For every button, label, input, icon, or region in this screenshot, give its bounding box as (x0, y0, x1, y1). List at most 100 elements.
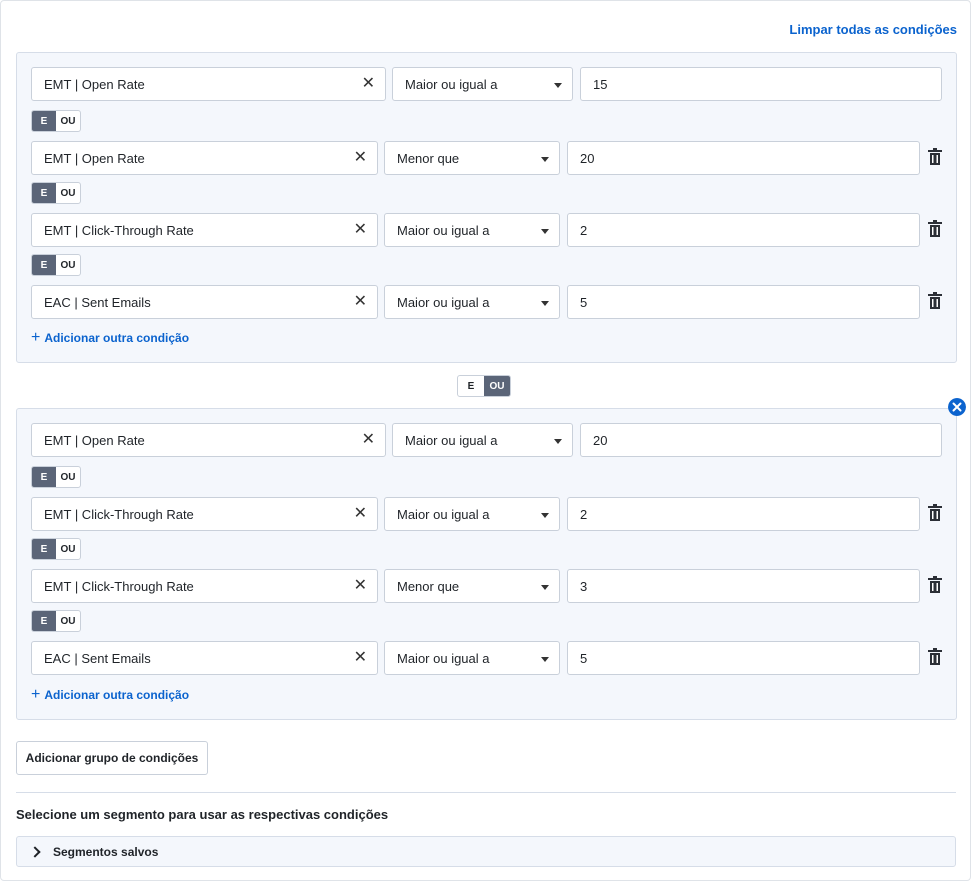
metric-select[interactable]: EMT | Click-Through Rate ✕ (31, 569, 378, 603)
metric-value: EAC | Sent Emails (44, 294, 151, 310)
operator-select[interactable]: Menor que (384, 141, 560, 175)
operator-value: Maior ou igual a (397, 294, 490, 310)
metric-select[interactable]: EMT | Click-Through Rate ✕ (31, 213, 378, 247)
value-input[interactable]: 2 (567, 497, 920, 531)
clear-metric-icon[interactable]: ✕ (354, 505, 367, 523)
clear-metric-icon[interactable]: ✕ (362, 431, 375, 449)
clear-metric-icon[interactable]: ✕ (354, 649, 367, 667)
operator-select[interactable]: Maior ou igual a (392, 67, 573, 101)
condition-group-2: EMT | Open Rate ✕ Maior ou igual a 20 E … (16, 408, 957, 720)
metric-select[interactable]: EMT | Click-Through Rate ✕ (31, 497, 378, 531)
or-option[interactable]: OU (56, 255, 80, 275)
value-text: 5 (580, 650, 588, 666)
value-text: 20 (593, 432, 608, 448)
or-option[interactable]: OU (56, 111, 80, 131)
operator-select[interactable]: Maior ou igual a (384, 213, 560, 247)
divider (16, 792, 956, 793)
and-or-toggle: E OU (31, 466, 81, 488)
caret-down-icon (541, 301, 549, 306)
metric-select[interactable]: EAC | Sent Emails ✕ (31, 285, 378, 319)
segment-section-title: Selecione um segmento para usar as respe… (16, 807, 389, 822)
or-option[interactable]: OU (56, 183, 80, 203)
value-text: 20 (580, 150, 595, 166)
metric-select[interactable]: EMT | Open Rate ✕ (31, 141, 378, 175)
metric-select[interactable]: EMT | Open Rate ✕ (31, 423, 386, 457)
operator-value: Menor que (397, 578, 460, 594)
value-text: 3 (580, 578, 588, 594)
metric-value: EMT | Click-Through Rate (44, 578, 194, 594)
or-option[interactable]: OU (56, 539, 80, 559)
condition-row: EMT | Open Rate ✕ Maior ou igual a 20 (31, 423, 956, 457)
condition-row: EMT | Open Rate ✕ Menor que 20 (31, 141, 956, 175)
and-or-toggle: E OU (31, 182, 81, 204)
value-input[interactable]: 2 (567, 213, 920, 247)
operator-value: Maior ou igual a (397, 222, 490, 238)
caret-down-icon (541, 657, 549, 662)
chevron-right-icon (29, 845, 41, 858)
and-option[interactable]: E (32, 539, 56, 559)
trash-icon[interactable] (928, 648, 942, 666)
trash-icon[interactable] (928, 292, 942, 310)
value-text: 5 (580, 294, 588, 310)
caret-down-icon (541, 157, 549, 162)
add-condition-link[interactable]: + Adicionar outra condição (31, 686, 190, 703)
clear-metric-icon[interactable]: ✕ (354, 221, 367, 239)
and-option[interactable]: E (32, 467, 56, 487)
clear-metric-icon[interactable]: ✕ (354, 293, 367, 311)
add-condition-label: Adicionar outra condição (44, 331, 190, 345)
operator-select[interactable]: Menor que (384, 569, 560, 603)
saved-segments-label: Segmentos salvos (53, 844, 159, 859)
add-condition-link[interactable]: + Adicionar outra condição (31, 329, 190, 346)
operator-value: Maior ou igual a (397, 506, 490, 522)
metric-select[interactable]: EAC | Sent Emails ✕ (31, 641, 378, 675)
value-input[interactable]: 20 (567, 141, 920, 175)
trash-icon[interactable] (928, 576, 942, 594)
condition-row: EAC | Sent Emails ✕ Maior ou igual a 5 (31, 285, 956, 319)
value-input[interactable]: 15 (580, 67, 942, 101)
value-input[interactable]: 5 (567, 285, 920, 319)
plus-icon: + (31, 329, 41, 346)
caret-down-icon (554, 83, 562, 88)
condition-row: EMT | Open Rate ✕ Maior ou igual a 15 (31, 67, 956, 101)
and-option[interactable]: E (32, 111, 56, 131)
metric-value: EMT | Open Rate (44, 150, 145, 166)
and-or-toggle: E OU (31, 110, 81, 132)
and-option[interactable]: E (458, 376, 484, 396)
saved-segments-accordion[interactable]: Segmentos salvos (16, 836, 956, 867)
trash-icon[interactable] (928, 220, 942, 238)
value-input[interactable]: 3 (567, 569, 920, 603)
value-text: 15 (593, 76, 608, 92)
or-option[interactable]: OU (484, 376, 510, 396)
or-option[interactable]: OU (56, 611, 80, 631)
operator-value: Maior ou igual a (405, 432, 498, 448)
and-or-toggle: E OU (31, 610, 81, 632)
remove-group-close-icon[interactable] (948, 398, 966, 416)
metric-select[interactable]: EMT | Open Rate ✕ (31, 67, 386, 101)
trash-icon[interactable] (928, 148, 942, 166)
clear-metric-icon[interactable]: ✕ (362, 75, 375, 93)
metric-value: EAC | Sent Emails (44, 650, 151, 666)
caret-down-icon (541, 229, 549, 234)
and-option[interactable]: E (32, 611, 56, 631)
value-input[interactable]: 5 (567, 641, 920, 675)
add-condition-group-button[interactable]: Adicionar grupo de condições (16, 741, 208, 775)
caret-down-icon (541, 585, 549, 590)
value-input[interactable]: 20 (580, 423, 942, 457)
and-option[interactable]: E (32, 255, 56, 275)
metric-value: EMT | Open Rate (44, 76, 145, 92)
operator-select[interactable]: Maior ou igual a (384, 285, 560, 319)
and-option[interactable]: E (32, 183, 56, 203)
trash-icon[interactable] (928, 504, 942, 522)
clear-metric-icon[interactable]: ✕ (354, 149, 367, 167)
add-condition-label: Adicionar outra condição (44, 688, 190, 702)
operator-select[interactable]: Maior ou igual a (384, 641, 560, 675)
clear-metric-icon[interactable]: ✕ (354, 577, 367, 595)
operator-select[interactable]: Maior ou igual a (392, 423, 573, 457)
or-option[interactable]: OU (56, 467, 80, 487)
condition-row: EMT | Click-Through Rate ✕ Maior ou igua… (31, 497, 956, 531)
value-text: 2 (580, 506, 588, 522)
plus-icon: + (31, 686, 41, 703)
clear-all-conditions-link[interactable]: Limpar todas as condições (789, 22, 957, 37)
condition-row: EAC | Sent Emails ✕ Maior ou igual a 5 (31, 641, 956, 675)
operator-select[interactable]: Maior ou igual a (384, 497, 560, 531)
